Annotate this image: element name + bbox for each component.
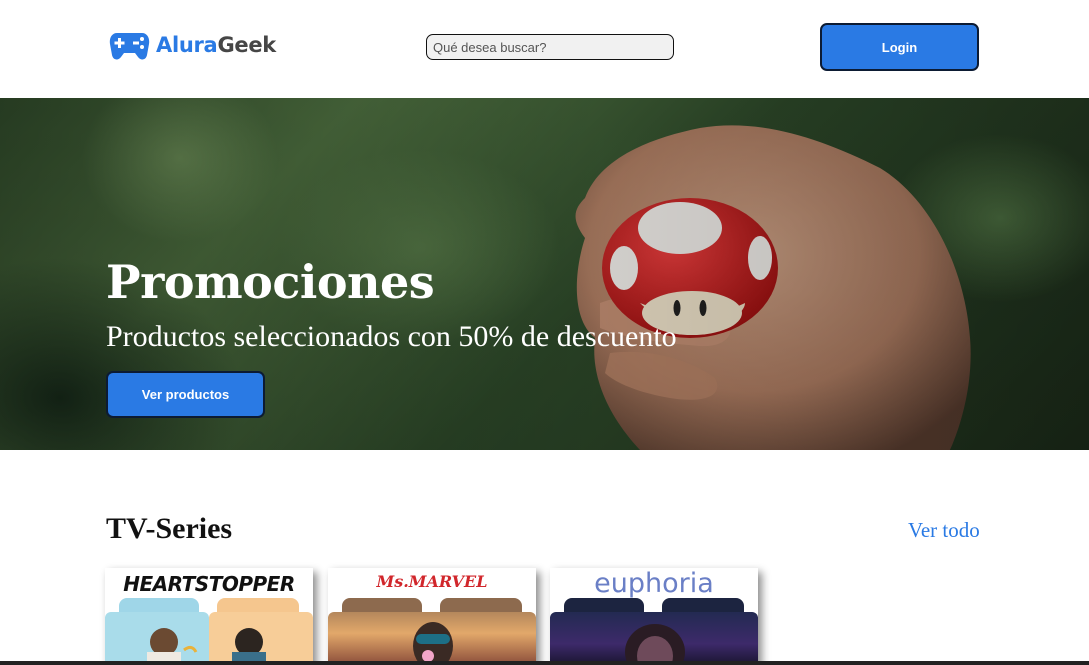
card-image bbox=[625, 624, 685, 665]
card-image bbox=[147, 628, 266, 665]
gamepad-icon bbox=[109, 33, 150, 60]
hero-title: Promociones bbox=[106, 255, 435, 309]
product-card[interactable]: HEARTSTOPPER bbox=[105, 568, 313, 665]
card-title: HEARTSTOPPER bbox=[123, 572, 295, 596]
product-card[interactable]: Ms.MARVEL bbox=[328, 568, 536, 665]
logo[interactable]: AluraGeek bbox=[109, 30, 276, 60]
hero-banner: Promociones Productos seleccionados con … bbox=[0, 98, 1089, 450]
see-all-link[interactable]: Ver todo bbox=[908, 518, 980, 543]
hero-subtitle: Productos seleccionados con 50% de descu… bbox=[106, 320, 677, 353]
logo-text: AluraGeek bbox=[156, 33, 276, 57]
login-button[interactable]: Login bbox=[820, 23, 979, 71]
card-title: Ms.MARVEL bbox=[376, 572, 488, 591]
card-title: euphoria bbox=[594, 568, 714, 599]
view-products-button[interactable]: Ver productos bbox=[106, 371, 265, 418]
section-title: TV-Series bbox=[106, 512, 233, 545]
product-card[interactable]: euphoria bbox=[550, 568, 758, 665]
search-input[interactable] bbox=[426, 34, 674, 60]
site-header: AluraGeek Login bbox=[0, 0, 1089, 98]
card-image bbox=[413, 622, 453, 665]
